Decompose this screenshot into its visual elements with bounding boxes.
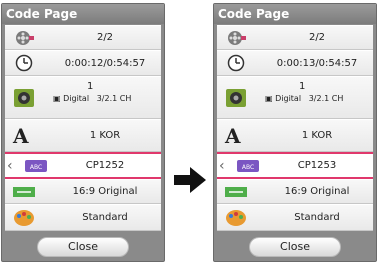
subtitle-value: 1 KOR <box>301 130 333 141</box>
subtitle-row[interactable]: A 1 KOR <box>217 119 373 152</box>
speaker-icon <box>14 88 34 107</box>
audio-row[interactable]: 1 ▣ Digital 3/2.1 CH <box>217 76 373 119</box>
chevron-left-icon[interactable]: ‹ <box>7 158 13 174</box>
subtitle-value: 1 KOR <box>89 130 121 141</box>
angle-value: 2/2 <box>308 32 326 43</box>
close-area: Close <box>217 231 373 260</box>
palette-icon <box>226 209 246 226</box>
code-page-panel-left: Code Page 2/2 0:00:12/0:54:57 1 ▣ Digita… <box>1 3 165 262</box>
dolby-icon: ▣ <box>265 94 273 103</box>
chevron-left-icon[interactable]: ‹ <box>219 158 225 174</box>
svg-text:ABC: ABC <box>242 164 254 171</box>
abc-icon: ABC <box>237 159 259 172</box>
film-reel-icon <box>16 30 34 45</box>
speaker-icon <box>226 88 246 107</box>
aspect-row[interactable]: 16:9 Original <box>5 179 161 204</box>
clock-icon <box>227 54 245 72</box>
audio-format: ▣ Digital 3/2.1 CH <box>53 94 131 103</box>
time-value: 0:00:12/0:54:57 <box>64 57 146 69</box>
audio-codec: Digital <box>63 94 90 103</box>
aspect-value: 16:9 Original <box>72 186 138 197</box>
time-value: 0:00:13/0:54:57 <box>276 57 358 69</box>
aspect-row[interactable]: 16:9 Original <box>217 179 373 204</box>
audio-channels: 3/2.1 CH <box>308 94 344 103</box>
picture-mode-value: Standard <box>82 212 128 223</box>
picture-mode-row[interactable]: Standard <box>217 204 373 231</box>
aspect-ratio-icon <box>13 186 35 197</box>
panel-title: Code Page <box>214 4 376 24</box>
audio-track-number: 1 <box>87 81 94 92</box>
time-row[interactable]: 0:00:13/0:54:57 <box>217 50 373 76</box>
abc-icon: ABC <box>25 159 47 172</box>
codepage-row[interactable]: ‹ ABC CP1252 <box>5 152 161 179</box>
angle-row[interactable]: 2/2 <box>5 25 161 50</box>
close-area: Close <box>5 231 161 260</box>
picture-mode-value: Standard <box>294 212 340 223</box>
code-page-panel-right: Code Page 2/2 0:00:13/0:54:57 1 ▣ Digita… <box>213 3 377 262</box>
codepage-value: CP1252 <box>85 160 125 171</box>
picture-mode-row[interactable]: Standard <box>5 204 161 231</box>
subtitle-row[interactable]: A 1 KOR <box>5 119 161 152</box>
palette-icon <box>14 209 34 226</box>
audio-channels: 3/2.1 CH <box>96 94 132 103</box>
dolby-icon: ▣ <box>53 94 61 103</box>
aspect-value: 16:9 Original <box>284 186 350 197</box>
audio-codec: Digital <box>275 94 302 103</box>
close-button[interactable]: Close <box>37 237 129 257</box>
aspect-ratio-icon <box>225 186 247 197</box>
film-reel-icon <box>228 30 246 45</box>
codepage-row[interactable]: ‹ ABC CP1253 <box>217 152 373 179</box>
letter-a-icon: A <box>225 123 241 148</box>
time-row[interactable]: 0:00:12/0:54:57 <box>5 50 161 76</box>
angle-row[interactable]: 2/2 <box>217 25 373 50</box>
audio-row[interactable]: 1 ▣ Digital 3/2.1 CH <box>5 76 161 119</box>
clock-icon <box>15 54 33 72</box>
audio-track-number: 1 <box>299 81 306 92</box>
codepage-value: CP1253 <box>297 160 337 171</box>
letter-a-icon: A <box>13 123 29 148</box>
angle-value: 2/2 <box>96 32 114 43</box>
panel-title: Code Page <box>2 4 164 24</box>
svg-text:ABC: ABC <box>30 164 42 171</box>
audio-format: ▣ Digital 3/2.1 CH <box>265 94 343 103</box>
close-button[interactable]: Close <box>249 237 341 257</box>
arrow-right-icon <box>174 167 206 193</box>
